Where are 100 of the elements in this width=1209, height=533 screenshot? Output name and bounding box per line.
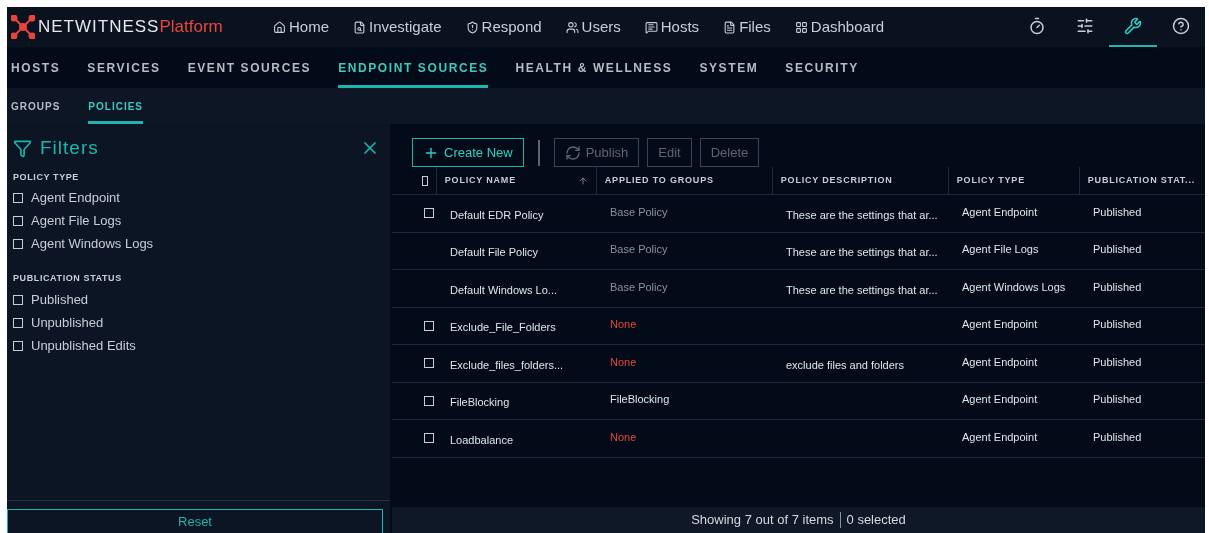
- table-cell-text: None: [609, 429, 638, 445]
- logo-icon: [11, 15, 35, 39]
- table-cell-text: Base Policy: [609, 242, 669, 257]
- table-cell: These are the settings that ar...: [786, 208, 938, 221]
- nav-link[interactable]: Hosts: [644, 15, 700, 39]
- admin-tab[interactable]: SYSTEM: [699, 47, 759, 88]
- checkbox[interactable]: [13, 317, 23, 328]
- column-header[interactable]: APPLIED TO GROUPS: [595, 167, 772, 194]
- select-all-checkbox[interactable]: [422, 175, 428, 186]
- home-icon: [273, 20, 286, 34]
- table-cell-text: Published: [1092, 354, 1143, 370]
- admin-tab[interactable]: HEALTH & WELLNESS: [515, 47, 673, 88]
- filters-title: Filters: [40, 136, 99, 160]
- table-cell-text: Default Windows Lo...: [449, 282, 558, 298]
- table-cell-text: Default File Policy: [449, 245, 540, 260]
- brand-product: Platform: [159, 16, 223, 39]
- filter-icon: [13, 138, 32, 158]
- table-cell: These are the settings that ar...: [786, 246, 938, 258]
- nav-link[interactable]: Investigate: [353, 15, 442, 39]
- nav-link[interactable]: Home: [273, 15, 329, 39]
- admin-tab[interactable]: EVENT SOURCES: [187, 47, 312, 88]
- nav-link[interactable]: Dashboard: [794, 15, 885, 39]
- table-row[interactable]: Exclude_files_folders... None exclude files and folders Agent Endpoint Published: [392, 345, 1205, 383]
- table-cell-text: Published: [1092, 279, 1143, 295]
- table-cell-text: Agent File Logs: [961, 242, 1040, 257]
- table-cell-text: FileBlocking: [609, 392, 671, 407]
- table-cell-text: Exclude_File_Folders: [449, 320, 557, 335]
- table-row[interactable]: FileBlocking FileBlocking Agent Endpoint Published: [392, 382, 1205, 420]
- column-header[interactable]: POLICY NAME: [435, 167, 596, 194]
- checkbox[interactable]: [424, 320, 434, 331]
- table-cell-text: Agent Endpoint: [961, 429, 1039, 445]
- table-cell-text: Exclude_files_folders...: [449, 357, 565, 373]
- column-header[interactable]: POLICY TYPE: [947, 167, 1079, 194]
- table-cell: These are the settings that ar...: [786, 283, 938, 296]
- table-cell-text: FileBlocking: [449, 395, 511, 410]
- table-cell-text: Base Policy: [609, 279, 669, 295]
- chat-icon: [644, 20, 658, 34]
- column-header[interactable]: POLICY DESCRIPTION: [771, 167, 948, 194]
- help-icon: [1172, 17, 1190, 35]
- table-cell-text: Agent Endpoint: [961, 392, 1039, 407]
- table-cell-text: Agent Endpoint: [961, 204, 1039, 220]
- table-cell-text: Published: [1092, 429, 1143, 445]
- grid-icon: [794, 20, 808, 34]
- checkbox[interactable]: [424, 208, 434, 219]
- table-cell-text: Published: [1092, 392, 1143, 407]
- table-cell-text: Published: [1092, 242, 1143, 257]
- refresh-icon: [564, 144, 581, 161]
- admin-tab[interactable]: HOSTS: [11, 47, 61, 88]
- table-cell-text: Loadbalance: [449, 432, 514, 448]
- table-cell-text: Base Policy: [609, 204, 669, 220]
- filter-section-title: POLICY TYPE: [13, 170, 80, 184]
- document-icon: [723, 20, 737, 34]
- nav-link[interactable]: Respond: [465, 15, 542, 39]
- filter-option-label: Unpublished Edits: [31, 337, 136, 354]
- table-cell: exclude files and folders: [786, 358, 904, 371]
- checkbox[interactable]: [13, 294, 23, 305]
- table-cell-text: Published: [1092, 204, 1143, 220]
- table-row[interactable]: Loadbalance None Agent Endpoint Published: [392, 420, 1205, 458]
- reset-button[interactable]: Reset: [7, 509, 383, 533]
- column-header[interactable]: PUBLICATION STAT...: [1078, 167, 1203, 194]
- table-row[interactable]: Default File Policy Base Policy These are the settings that ar... Agent File Logs Published: [392, 232, 1205, 270]
- selected-count: 0 selected: [846, 511, 906, 530]
- filter-section-title: PUBLICATION STATUS: [13, 272, 123, 285]
- nav-link[interactable]: Files: [723, 15, 771, 39]
- table-cell-text: Default EDR Policy: [449, 207, 545, 223]
- checkbox[interactable]: [13, 216, 23, 226]
- checkbox[interactable]: [13, 340, 23, 351]
- shield-icon: [465, 20, 479, 34]
- timer-icon: [1028, 17, 1046, 35]
- filter-option-label: Agent Endpoint: [31, 190, 120, 206]
- table-cell-text: None: [609, 354, 638, 370]
- brand-name: NETWITNESS: [38, 16, 160, 39]
- admin-tab[interactable]: SERVICES: [87, 47, 161, 88]
- checkbox[interactable]: [13, 239, 23, 249]
- table-cell-text: Published: [1092, 317, 1143, 332]
- table-cell-text: Agent Endpoint: [961, 354, 1039, 370]
- checkbox[interactable]: [424, 358, 434, 369]
- nav-link[interactable]: Users: [565, 15, 621, 39]
- sub-tab[interactable]: GROUPS: [11, 88, 61, 124]
- checkbox[interactable]: [13, 193, 23, 203]
- table-row[interactable]: Default Windows Lo... Base Policy These are the settings that ar... Agent Windows Logs Published: [392, 270, 1205, 308]
- filter-option-label: Published: [31, 291, 89, 308]
- table-cell-text: Agent Endpoint: [961, 317, 1039, 332]
- table-cell-text: Agent Windows Logs: [961, 279, 1067, 295]
- filter-option-label: Agent Windows Logs: [31, 236, 154, 252]
- checkbox[interactable]: [424, 433, 434, 444]
- table-row[interactable]: Exclude_File_Folders None Agent Endpoint Published: [392, 307, 1205, 345]
- table-cell-text: None: [609, 317, 638, 332]
- wrench-icon: [1124, 17, 1142, 35]
- sliders-icon: [1076, 17, 1094, 35]
- table-row[interactable]: Default EDR Policy Base Policy These are the settings that ar... Agent Endpoint Published: [392, 195, 1205, 233]
- admin-tab[interactable]: SECURITY: [785, 47, 859, 88]
- document-search-icon: [353, 20, 366, 34]
- sort-ascending-icon: [577, 175, 588, 186]
- filter-option-label: Agent File Logs: [31, 213, 122, 229]
- users-icon: [565, 20, 579, 34]
- filter-option-label: Unpublished: [31, 314, 104, 331]
- create-new-button[interactable]: Create New: [412, 138, 524, 167]
- item-count: Showing 7 out of 7 items: [691, 511, 834, 530]
- checkbox[interactable]: [424, 395, 434, 406]
